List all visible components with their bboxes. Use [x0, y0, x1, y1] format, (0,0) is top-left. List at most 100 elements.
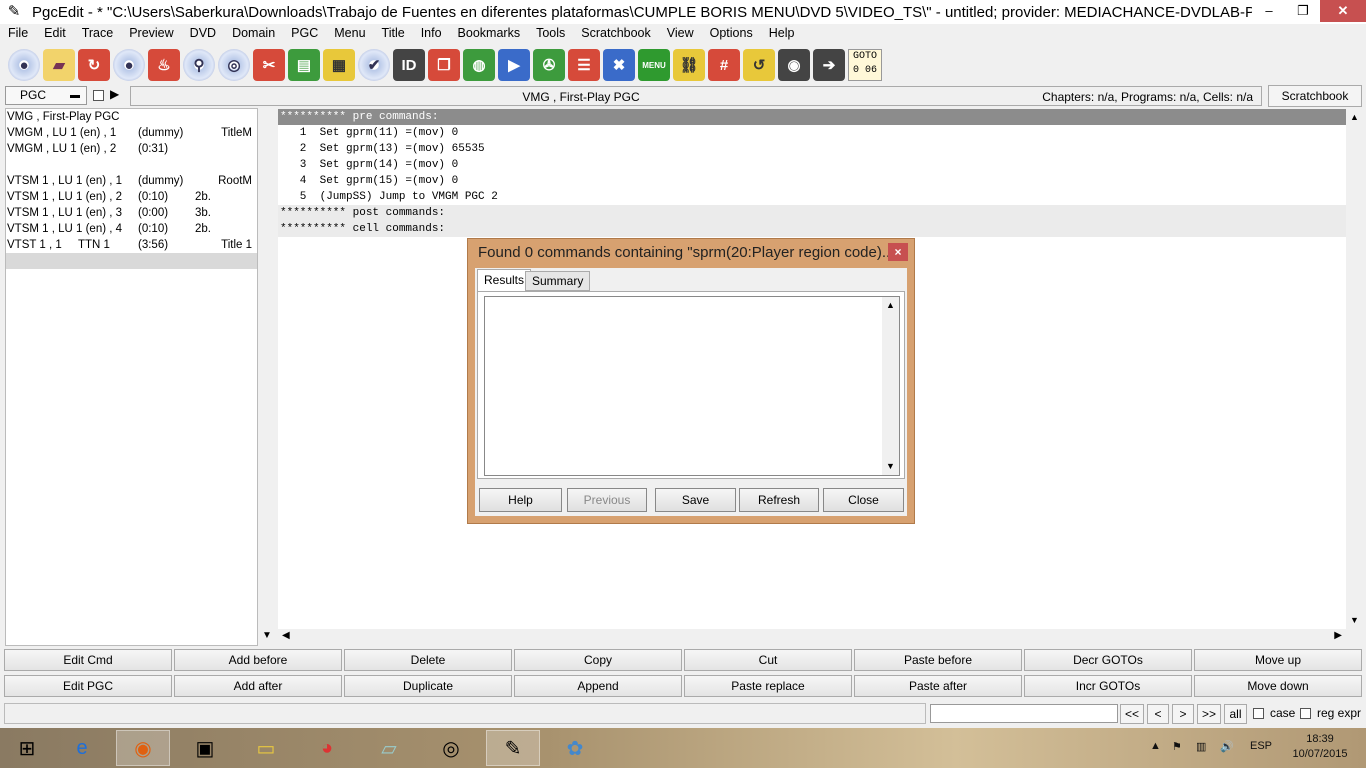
burn-icon[interactable]: ♨	[148, 49, 180, 81]
list-icon[interactable]: ☰	[568, 49, 600, 81]
volume-icon[interactable]: 🔊	[1220, 740, 1234, 753]
menu-dvd[interactable]: DVD	[182, 26, 224, 40]
media-player-icon[interactable]: ▣	[178, 730, 232, 766]
pgcedit-taskbar-icon[interactable]: ✎	[486, 730, 540, 766]
check-disc-icon[interactable]: ✔	[358, 49, 390, 81]
incr-gotos-button[interactable]: Incr GOTOs	[1024, 675, 1192, 697]
pgc-list-item[interactable]: VTSM 1 , LU 1 (en) , 3 (0:00) 3b.	[6, 205, 257, 221]
refresh-button[interactable]: Refresh	[739, 488, 819, 512]
pgc-checkbox[interactable]	[93, 90, 104, 101]
scroll-right-icon[interactable]: ▶	[1334, 630, 1342, 641]
results-textbox[interactable]: ▲ ▼	[484, 296, 900, 476]
menu-info[interactable]: Info	[413, 26, 450, 40]
menu-bookmarks[interactable]: Bookmarks	[450, 26, 529, 40]
pgc-list-item[interactable]: VMGM , LU 1 (en) , 2 (0:31)	[6, 141, 257, 157]
menu-tools[interactable]: Tools	[528, 26, 573, 40]
command-line[interactable]: 4 Set gprm(15) =(mov) 0	[278, 173, 1346, 189]
eye-icon[interactable]: ◉	[778, 49, 810, 81]
decr-gotos-button[interactable]: Decr GOTOs	[1024, 649, 1192, 671]
rip-icon[interactable]: ✂	[253, 49, 285, 81]
reload-icon[interactable]: ↻	[78, 49, 110, 81]
globe-icon[interactable]: ◍	[463, 49, 495, 81]
regex-checkbox[interactable]	[1300, 708, 1311, 719]
close-window-button[interactable]: ✕	[1320, 0, 1366, 22]
network-icon[interactable]: ▥	[1196, 740, 1206, 753]
command-editor-vertical-scrollbar[interactable]: ▲ ▼	[1346, 109, 1363, 629]
scroll-down-small-icon[interactable]: ▼	[262, 630, 272, 641]
firefox-icon[interactable]: ◉	[116, 730, 170, 766]
menu-title[interactable]: Title	[374, 26, 413, 40]
internet-explorer-icon[interactable]: e	[55, 730, 109, 766]
menu-file[interactable]: File	[0, 26, 36, 40]
pgc-list-item[interactable]: VTSM 1 , LU 1 (en) , 2 (0:10) 2b.	[6, 189, 257, 205]
copy-button[interactable]: Copy	[514, 649, 682, 671]
language-indicator[interactable]: ESP	[1250, 740, 1272, 752]
pgc-list-item[interactable]: VTST 1 , 1 TTN 1 (3:56) Title 1	[6, 237, 257, 253]
add-before-button[interactable]: Add before	[174, 649, 342, 671]
menu-pgc[interactable]: PGC	[283, 26, 326, 40]
menu-edit[interactable]: Edit	[36, 26, 74, 40]
paste-before-button[interactable]: Paste before	[854, 649, 1022, 671]
play-arrow-icon[interactable]: ▶	[110, 87, 119, 101]
disc-burner-icon[interactable]: ◎	[424, 730, 478, 766]
menu-domain[interactable]: Domain	[224, 26, 283, 40]
menu-trace[interactable]: Trace	[74, 26, 122, 40]
preview-play-icon[interactable]: ▶	[498, 49, 530, 81]
menu-view[interactable]: View	[659, 26, 702, 40]
command-line[interactable]: 1 Set gprm(11) =(mov) 0	[278, 125, 1346, 141]
start-button-icon[interactable]: ⊞	[0, 730, 54, 766]
menu-preview[interactable]: Preview	[121, 26, 181, 40]
search-input[interactable]	[930, 704, 1118, 723]
post-commands-header[interactable]: ********** post commands:	[278, 205, 1346, 221]
renumber-icon[interactable]: #	[708, 49, 740, 81]
tab-results[interactable]: Results	[477, 269, 532, 292]
action-center-icon[interactable]: ⚑	[1172, 740, 1182, 753]
search-prev-button[interactable]: <	[1147, 704, 1169, 724]
pgcedit-app-icon[interactable]: ✎	[4, 2, 24, 22]
move-down-button[interactable]: Move down	[1194, 675, 1362, 697]
results-scrollbar[interactable]: ▲ ▼	[882, 297, 899, 475]
minimize-button[interactable]: –	[1252, 0, 1286, 22]
new-dvd-icon[interactable]: ●	[113, 49, 145, 81]
edit-cmd-button[interactable]: Edit Cmd	[4, 649, 172, 671]
duplicate-button[interactable]: Duplicate	[344, 675, 512, 697]
scroll-left-icon[interactable]: ◀	[282, 630, 290, 641]
stack-icon[interactable]: ▤	[288, 49, 320, 81]
help-button[interactable]: Help	[479, 488, 562, 512]
restore-button[interactable]: ❐	[1286, 0, 1320, 22]
search-all-button[interactable]: all	[1224, 704, 1247, 724]
previous-button[interactable]: Previous	[567, 488, 647, 512]
case-checkbox[interactable]	[1253, 708, 1264, 719]
delete-button[interactable]: Delete	[344, 649, 512, 671]
notes-app-icon[interactable]: ▱	[362, 730, 416, 766]
edit-pgc-button[interactable]: Edit PGC	[4, 675, 172, 697]
cross-icon[interactable]: ✖	[603, 49, 635, 81]
save-button[interactable]: Save	[655, 488, 736, 512]
command-line[interactable]: 3 Set gprm(14) =(mov) 0	[278, 157, 1346, 173]
pgc-list-item[interactable]: VMG , First-Play PGC	[6, 109, 257, 125]
tcl-icon[interactable]: ↺	[743, 49, 775, 81]
search-next-button[interactable]: >	[1172, 704, 1194, 724]
scratchbook-button[interactable]: Scratchbook	[1268, 85, 1362, 107]
menu-help[interactable]: Help	[761, 26, 803, 40]
scroll-down-icon[interactable]: ▼	[1346, 612, 1363, 629]
copy-doc-icon[interactable]: ❐	[428, 49, 460, 81]
system-clock[interactable]: 18:39 10/07/2015	[1290, 732, 1350, 762]
command-line[interactable]: 5 (JumpSS) Jump to VMGM PGC 2	[278, 189, 1346, 205]
pre-commands-header[interactable]: ********** pre commands:	[278, 109, 1346, 125]
search-last-button[interactable]: >>	[1197, 704, 1221, 724]
append-button[interactable]: Append	[514, 675, 682, 697]
goto-indicator[interactable]: GOTO 0 06	[848, 49, 882, 81]
id-icon[interactable]: ID	[393, 49, 425, 81]
pgc-selector[interactable]: PGC ▬	[5, 86, 87, 105]
dialog-close-icon[interactable]: ×	[888, 243, 908, 261]
add-after-button[interactable]: Add after	[174, 675, 342, 697]
scroll-up-icon[interactable]: ▲	[1346, 109, 1363, 126]
pgc-list-item[interactable]: VTSM 1 , LU 1 (en) , 4 (0:10) 2b.	[6, 221, 257, 237]
paste-replace-button[interactable]: Paste replace	[684, 675, 852, 697]
chain-link-icon[interactable]: ⛓	[673, 49, 705, 81]
pgc-list-item[interactable]: VMGM , LU 1 (en) , 1 (dummy) TitleM	[6, 125, 257, 141]
menu-options[interactable]: Options	[702, 26, 761, 40]
pages-icon[interactable]: ▦	[323, 49, 355, 81]
menu-editor-icon[interactable]: MENU	[638, 49, 670, 81]
